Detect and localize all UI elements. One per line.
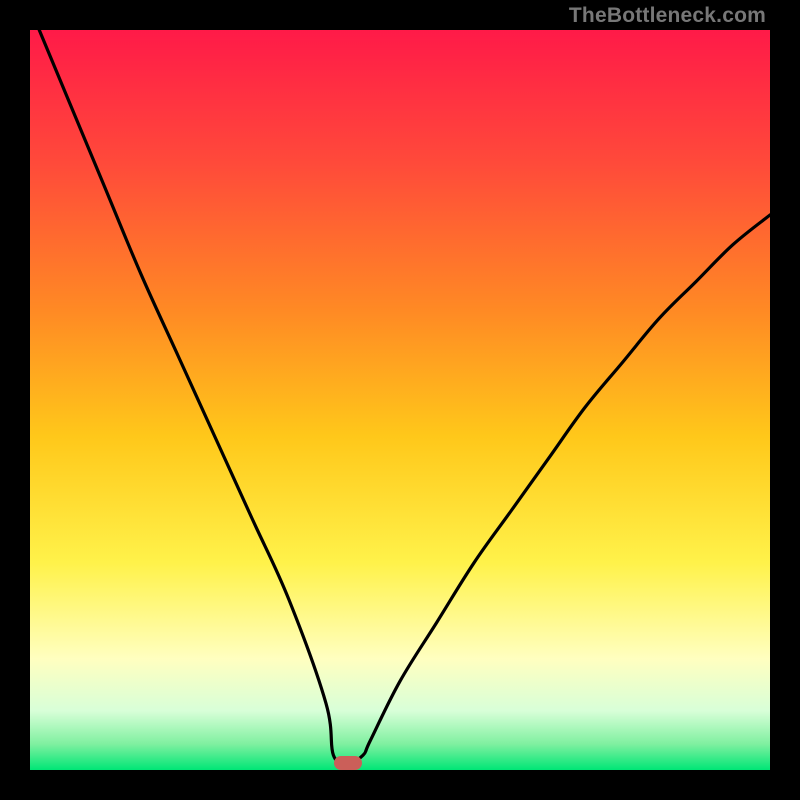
optimal-point-marker [334,756,362,770]
chart-stage: TheBottleneck.com [0,0,800,800]
watermark-text: TheBottleneck.com [569,4,766,28]
curve-layer [30,30,770,770]
bottleneck-curve [30,30,770,763]
plot-area [30,30,770,770]
